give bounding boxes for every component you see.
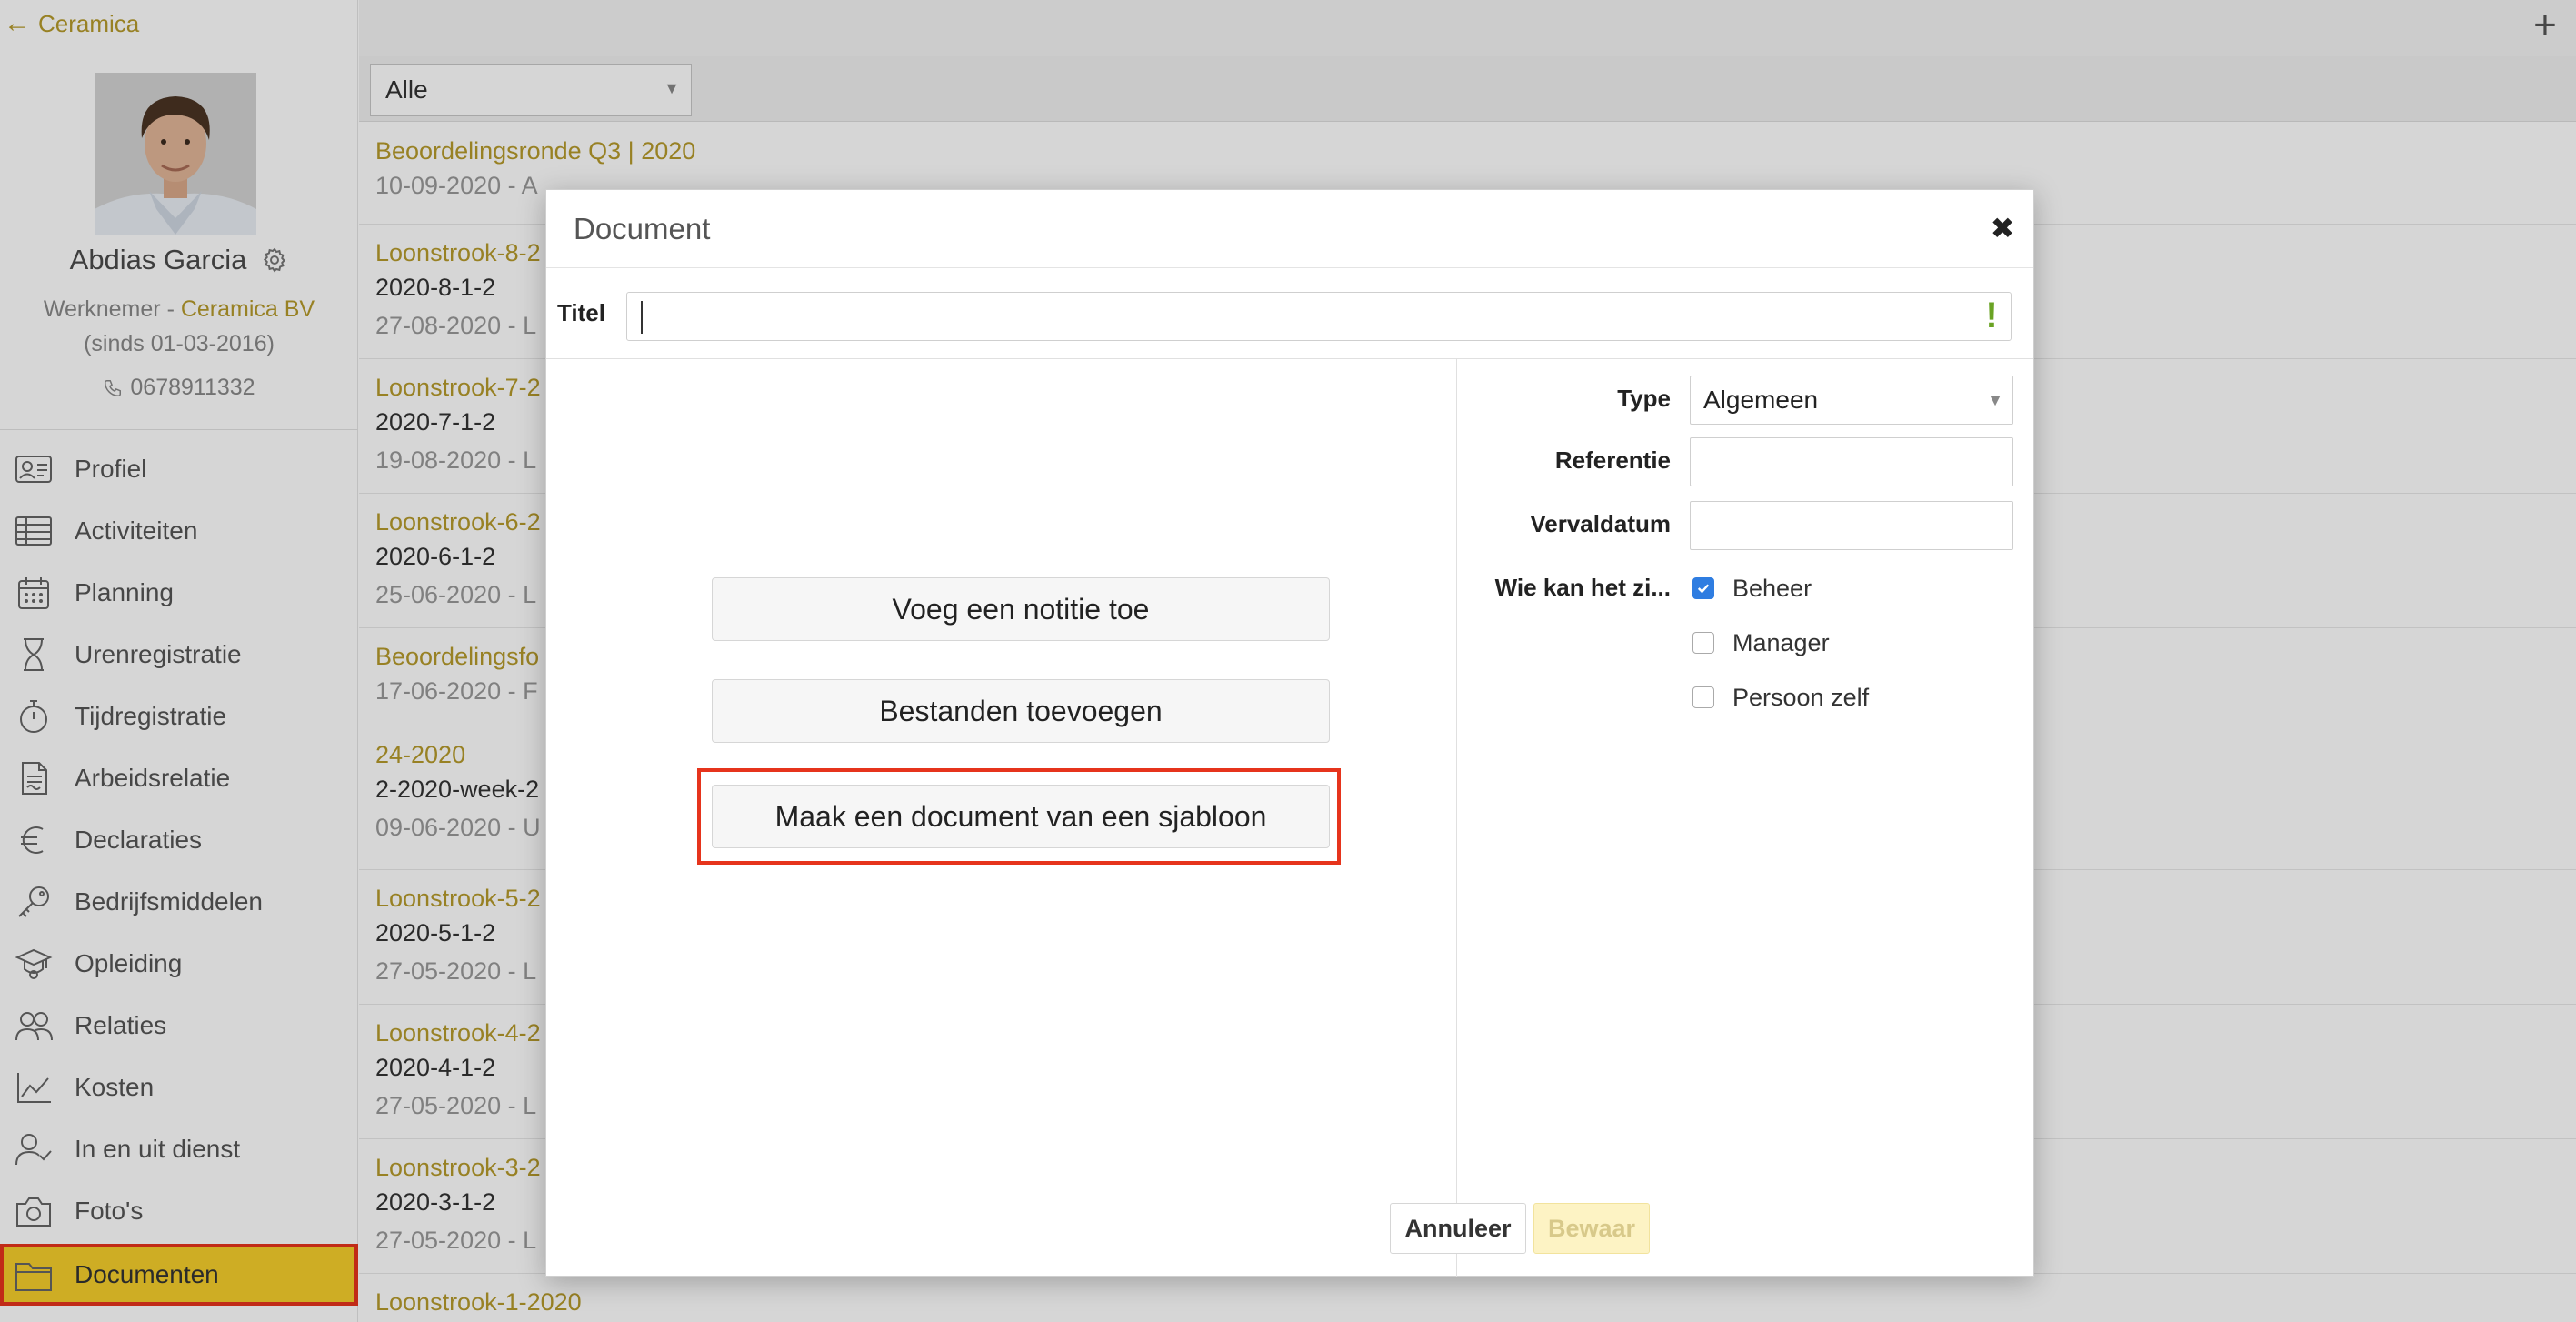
checkbox-label: Persoon zelf bbox=[1732, 683, 1870, 711]
visibility-option-persoon-zelf[interactable]: Persoon zelf bbox=[1692, 679, 1869, 716]
required-icon: ! bbox=[1985, 295, 1998, 336]
expiry-date-label: Vervaldatum bbox=[1530, 510, 1671, 537]
dialog-title: Document bbox=[574, 212, 711, 245]
title-input[interactable] bbox=[626, 292, 2012, 341]
checkbox-unchecked[interactable] bbox=[1692, 686, 1714, 708]
title-row: Titel ! bbox=[546, 268, 2033, 359]
document-dialog: Document ✖ Titel ! Voeg een notitie toe … bbox=[545, 189, 2034, 1277]
dialog-form-panel: Type Algemeen ▼ Referentie Vervaldatum W… bbox=[1458, 359, 2034, 1277]
add-files-button[interactable]: Bestanden toevoegen bbox=[712, 679, 1330, 743]
save-button[interactable]: Bewaar bbox=[1533, 1203, 1650, 1254]
checkbox-label: Manager bbox=[1732, 628, 1830, 656]
checkbox-checked[interactable] bbox=[1692, 577, 1714, 599]
reference-label: Referentie bbox=[1554, 446, 1671, 474]
dialog-header: Document ✖ bbox=[546, 190, 2033, 268]
dialog-actions-panel: Voeg een notitie toe Bestanden toevoegen… bbox=[546, 359, 1457, 1277]
close-icon[interactable]: ✖ bbox=[1988, 214, 2017, 243]
text-cursor bbox=[641, 301, 643, 334]
expiry-date-input[interactable] bbox=[1690, 501, 2013, 550]
checkbox-unchecked[interactable] bbox=[1692, 632, 1714, 654]
type-select-value: Algemeen bbox=[1703, 386, 1819, 414]
visibility-label: Wie kan het zi... bbox=[1494, 574, 1671, 601]
title-label: Titel bbox=[557, 299, 605, 326]
checkbox-label: Beheer bbox=[1732, 574, 1812, 602]
checkmark-icon bbox=[1697, 584, 1710, 594]
cancel-button[interactable]: Annuleer bbox=[1390, 1203, 1526, 1254]
type-label: Type bbox=[1617, 385, 1671, 412]
add-note-button[interactable]: Voeg een notitie toe bbox=[712, 577, 1330, 641]
visibility-option-manager[interactable]: Manager bbox=[1692, 625, 1830, 661]
type-select[interactable]: Algemeen ▼ bbox=[1690, 376, 2013, 425]
chevron-down-icon: ▼ bbox=[1987, 391, 2003, 409]
reference-input[interactable] bbox=[1690, 437, 2013, 486]
from-template-button[interactable]: Maak een document van een sjabloon bbox=[712, 785, 1330, 848]
visibility-option-beheer[interactable]: Beheer bbox=[1692, 570, 1812, 606]
